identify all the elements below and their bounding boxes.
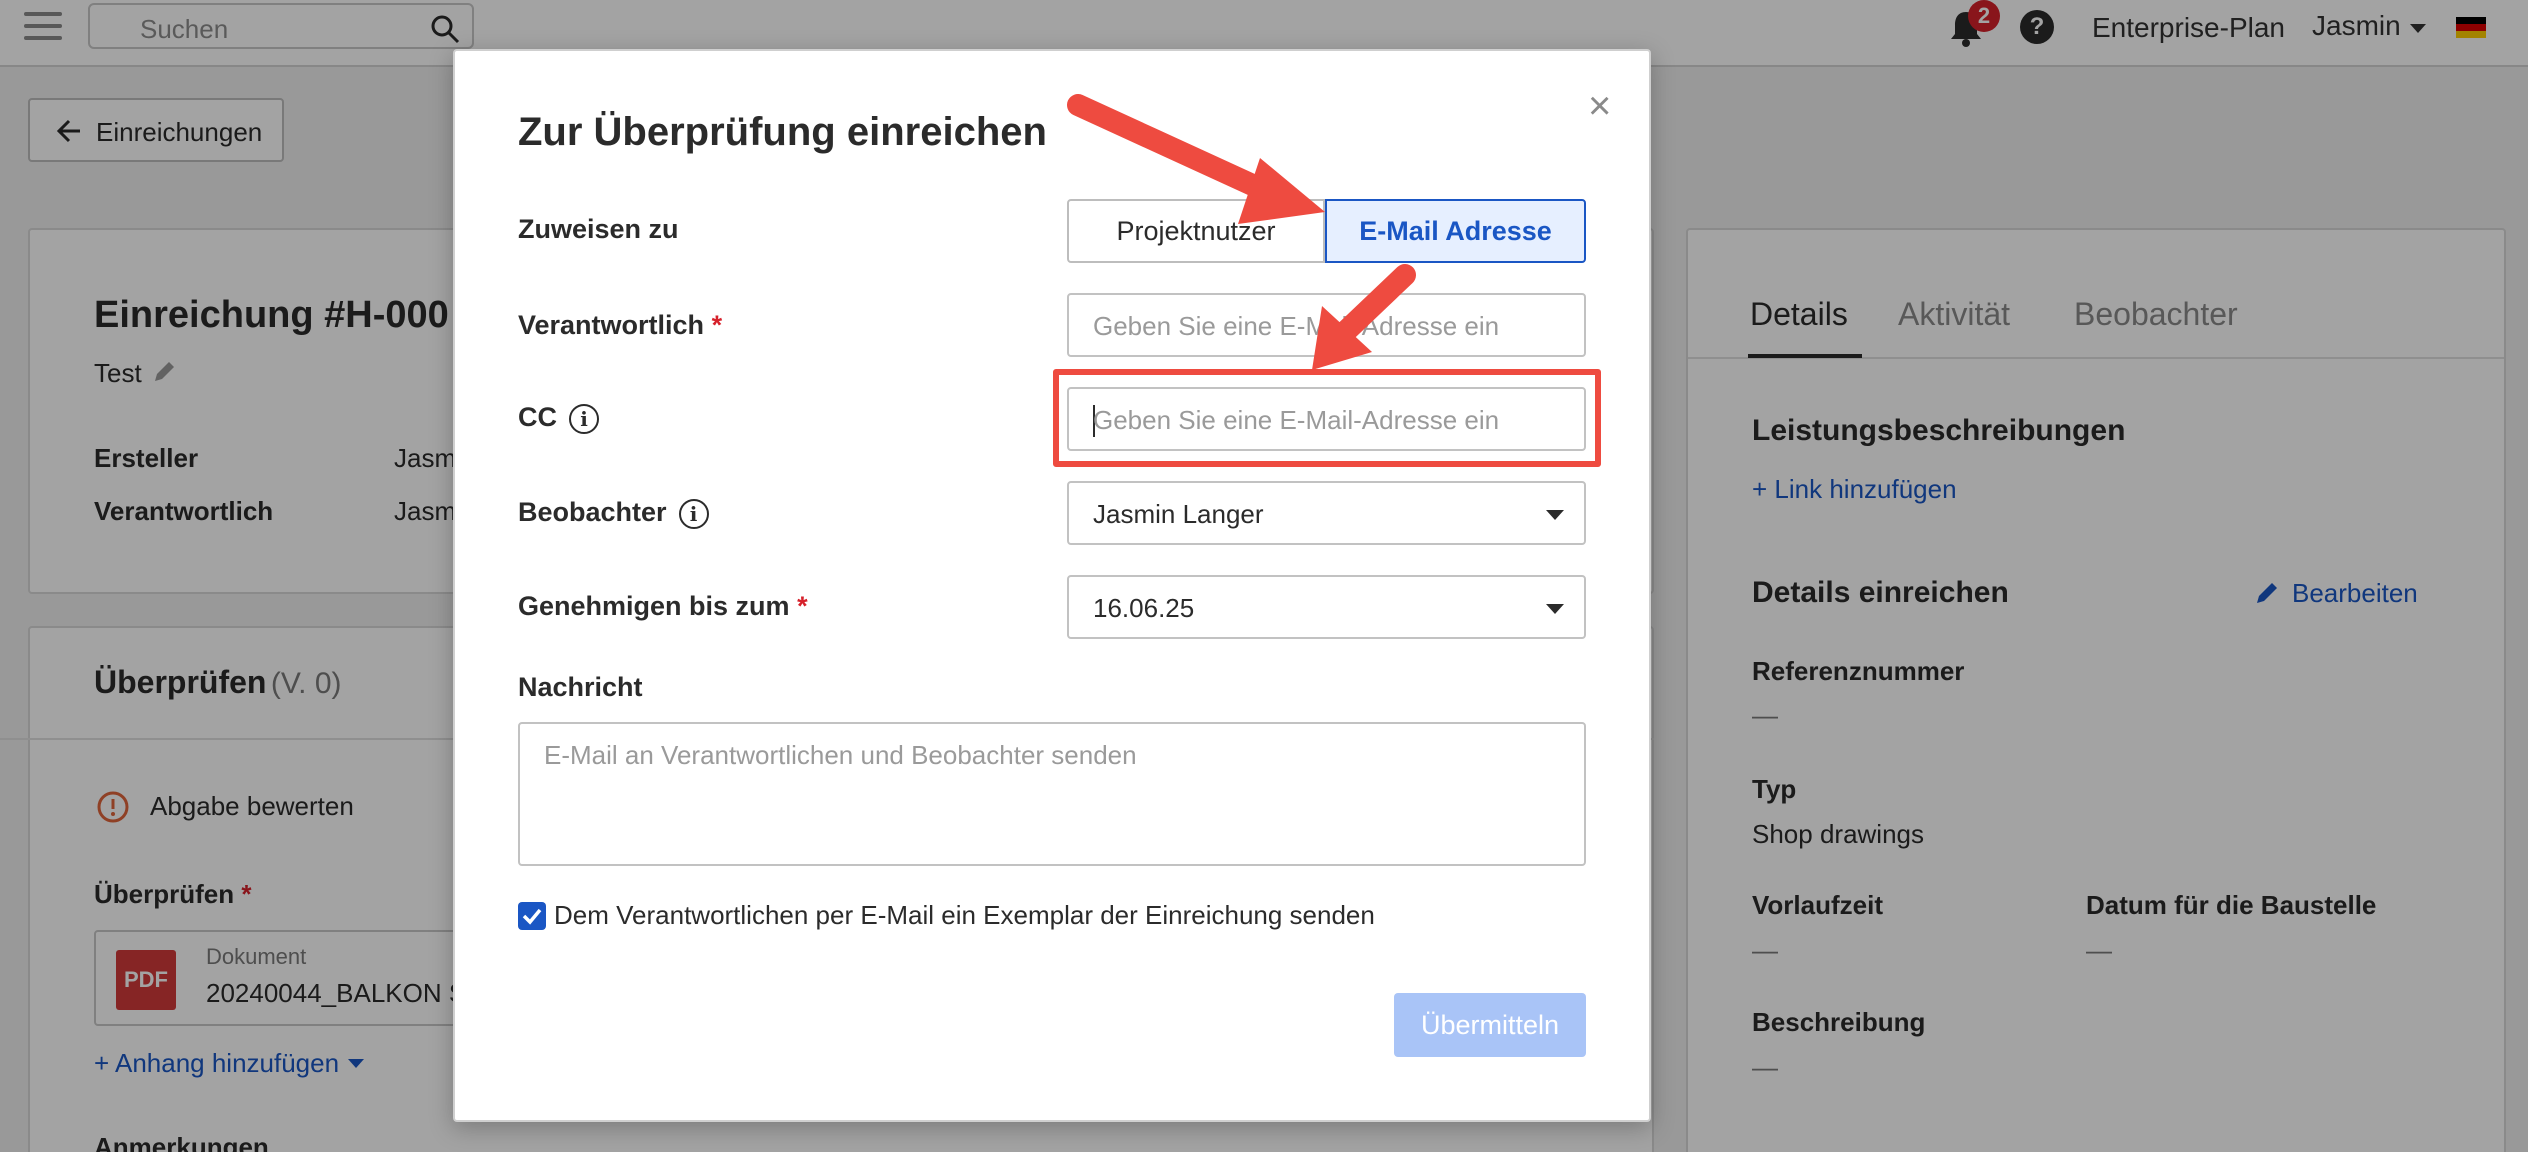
required-mark: * <box>797 591 808 621</box>
responsible-label-text: Verantwortlich <box>518 310 705 340</box>
required-mark: * <box>711 310 723 340</box>
approve-until-label: Genehmigen bis zum * <box>518 591 808 622</box>
message-textarea[interactable]: E-Mail an Verantwortlichen und Beobachte… <box>518 722 1586 866</box>
assign-label: Zuweisen zu <box>518 214 679 244</box>
checkmark-icon <box>522 908 542 925</box>
info-icon[interactable]: i <box>678 498 709 529</box>
message-label: Nachricht <box>518 672 643 702</box>
assign-option-project-user[interactable]: Projektnutzer <box>1067 199 1325 263</box>
chevron-down-icon <box>1546 604 1564 614</box>
chevron-down-icon <box>1546 510 1564 520</box>
send-copy-checkbox[interactable] <box>518 902 546 930</box>
responsible-label: Verantwortlich * <box>518 310 722 341</box>
dialog-title: Zur Überprüfung einreichen <box>518 110 1047 154</box>
info-icon[interactable]: i <box>569 403 599 434</box>
observer-value: Jasmin Langer <box>1093 499 1264 529</box>
responsible-placeholder: Geben Sie eine E-Mail-Adresse ein <box>1093 311 1500 341</box>
observer-select[interactable]: Jasmin Langer <box>1067 481 1586 545</box>
responsible-email-input[interactable]: Geben Sie eine E-Mail-Adresse ein <box>1067 293 1586 357</box>
assign-option-email[interactable]: E-Mail Adresse <box>1325 199 1586 263</box>
observer-label-text: Beobachter <box>518 497 667 527</box>
approve-date-value: 16.06.25 <box>1093 593 1195 623</box>
close-icon[interactable]: × <box>1588 86 1611 126</box>
observer-label: Beobachter i <box>518 497 709 529</box>
approve-label-text: Genehmigen bis zum <box>518 591 790 621</box>
message-placeholder: E-Mail an Verantwortlichen und Beobachte… <box>544 740 1137 770</box>
cc-label: CC i <box>518 402 599 434</box>
cc-label-text: CC <box>518 402 557 432</box>
annotation-highlight-box <box>1053 369 1601 467</box>
send-copy-label[interactable]: Dem Verantwortlichen per E-Mail ein Exem… <box>554 900 1375 931</box>
submit-button[interactable]: Übermitteln <box>1394 993 1586 1057</box>
approve-date-select[interactable]: 16.06.25 <box>1067 575 1586 639</box>
